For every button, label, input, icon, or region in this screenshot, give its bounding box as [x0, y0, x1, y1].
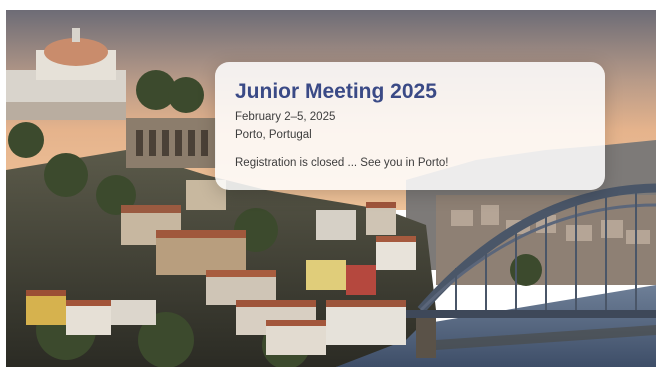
registration-status-message: Registration is closed ... See you in Po…: [235, 157, 449, 169]
event-date: February 2–5, 2025: [235, 111, 336, 123]
hero-banner: Junior Meeting 2025 February 2–5, 2025 P…: [6, 10, 656, 367]
event-info-card: Junior Meeting 2025 February 2–5, 2025 P…: [215, 62, 605, 190]
event-title: Junior Meeting 2025: [235, 80, 437, 103]
event-location: Porto, Portugal: [235, 129, 312, 141]
